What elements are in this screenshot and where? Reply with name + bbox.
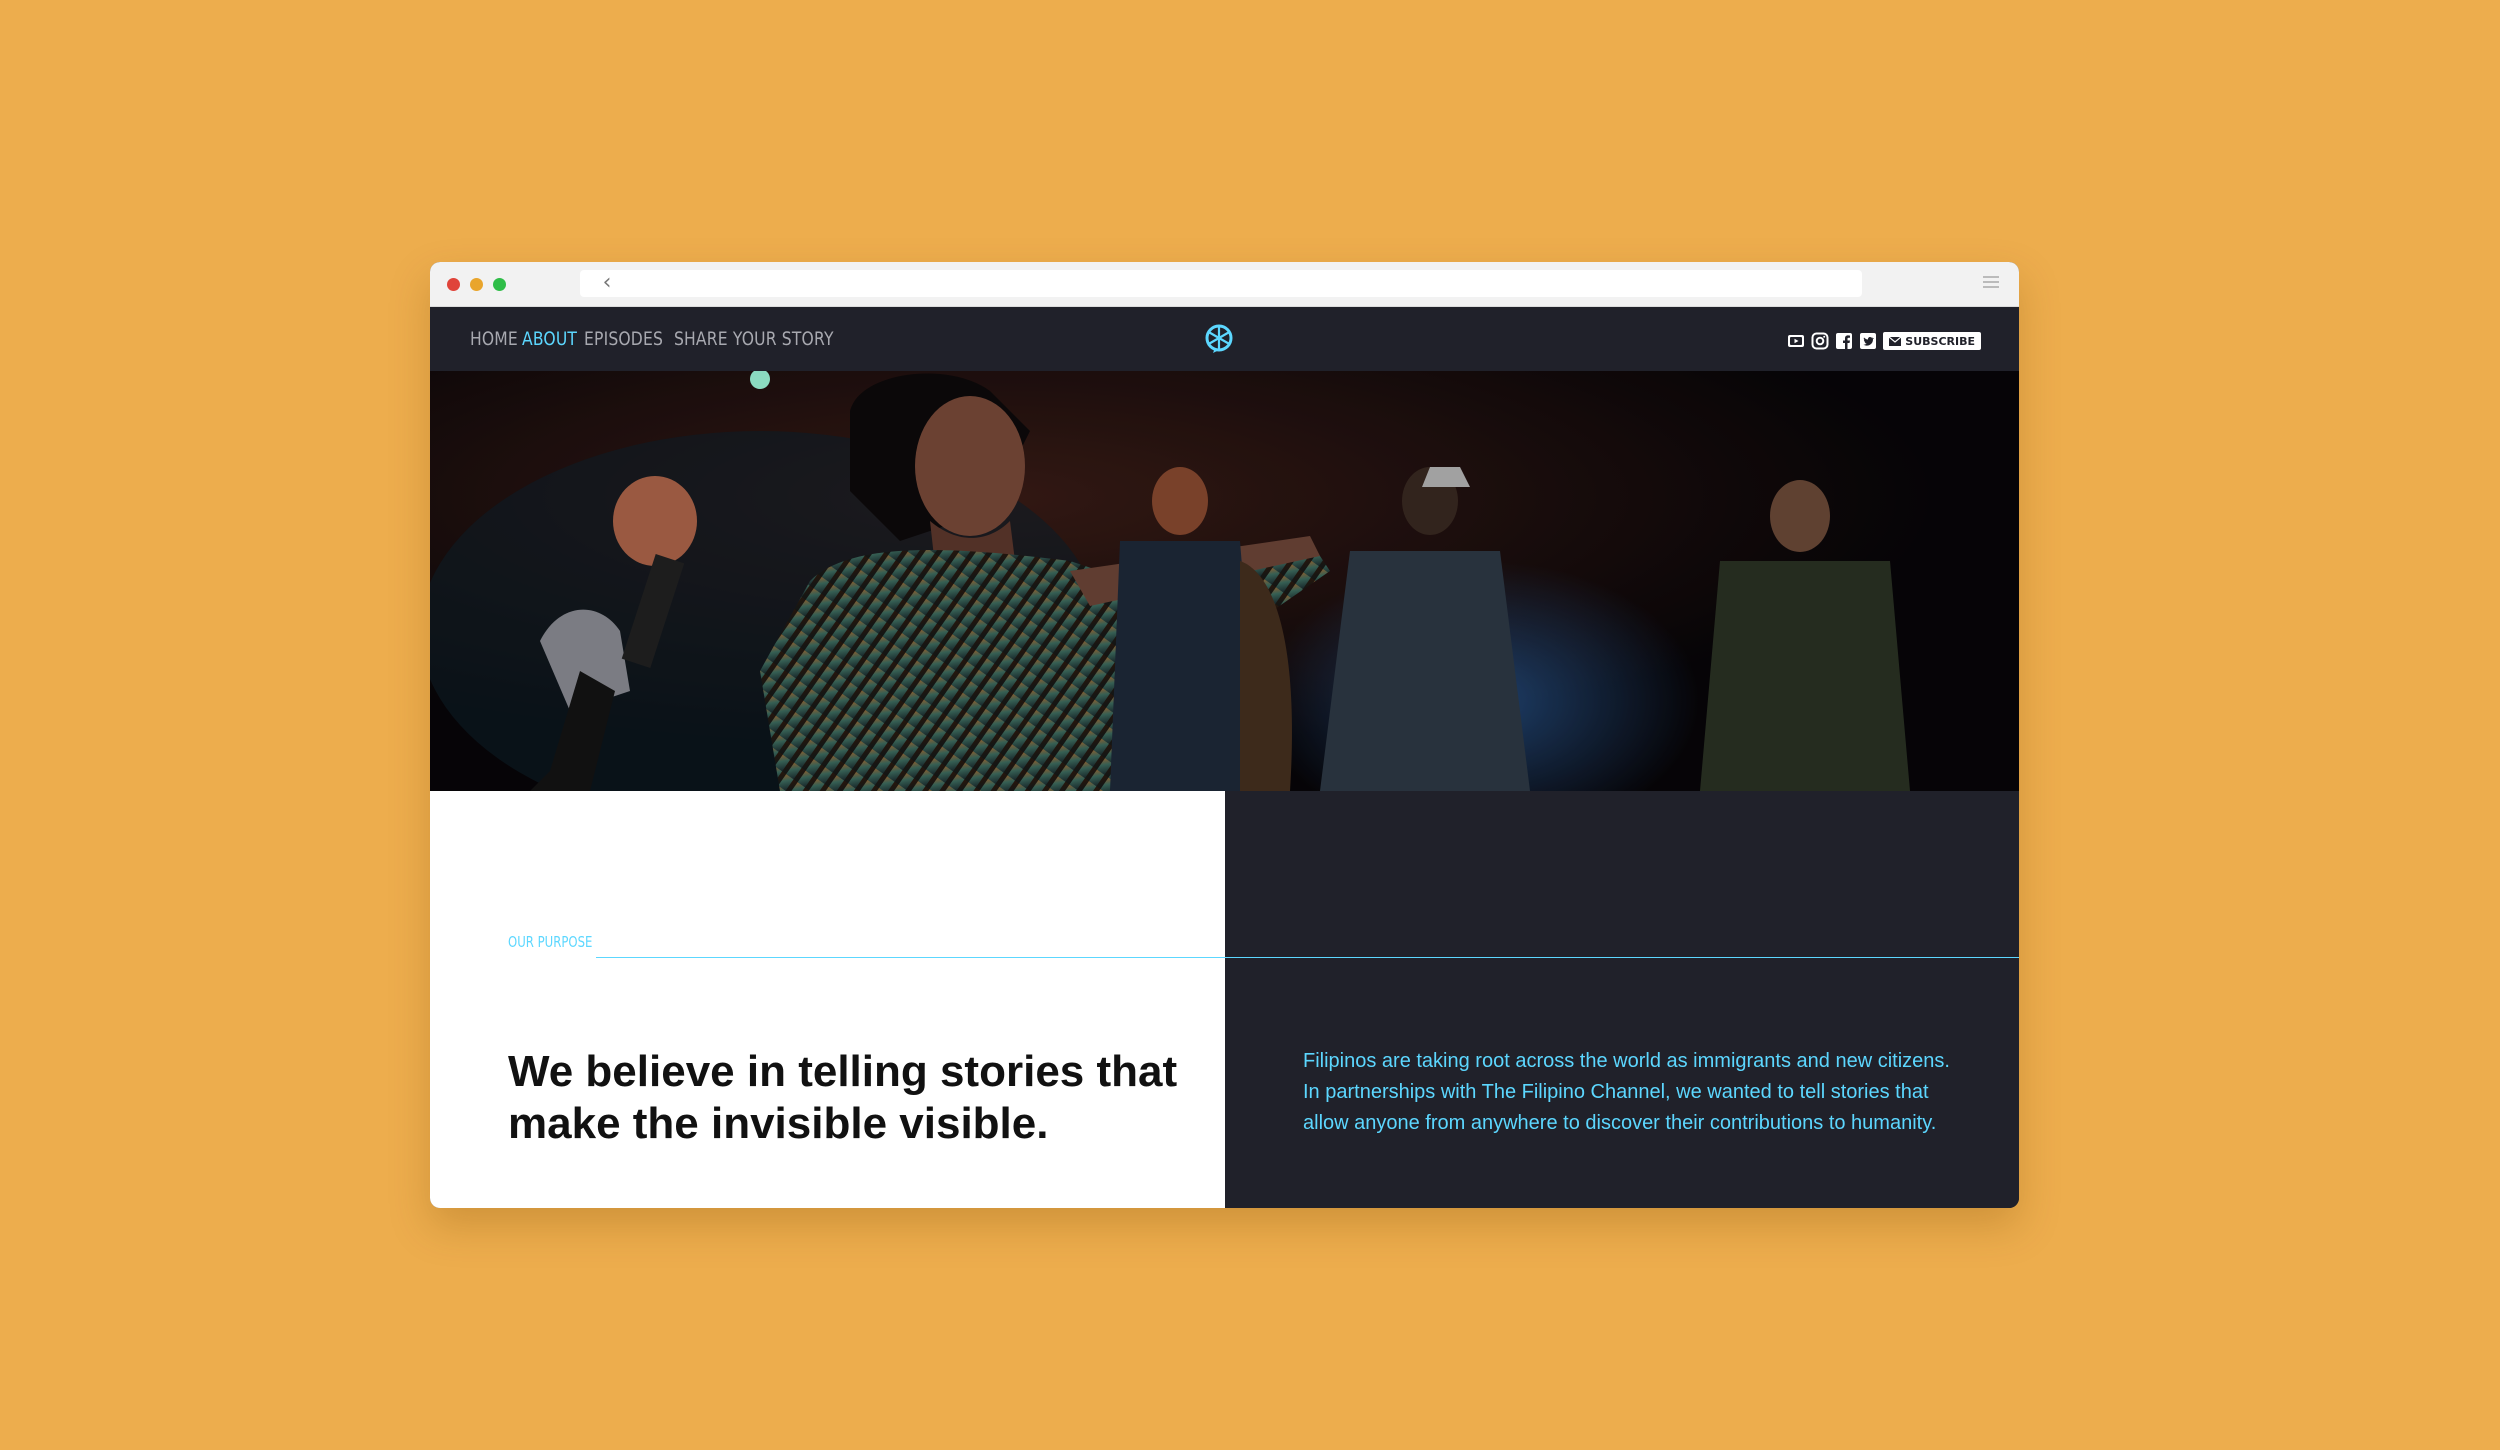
purpose-description: Filipinos are taking root across the wor… xyxy=(1303,1050,1950,1134)
browser-chrome: ‹ xyxy=(430,262,2019,307)
nav-episodes-link[interactable]: EPISODES xyxy=(584,328,663,350)
facebook-icon[interactable] xyxy=(1835,332,1853,350)
purpose-right-panel: Filipinos are taking root across the wor… xyxy=(1225,791,2019,1208)
browser-window: ‹ HOME ABOUT EPISODES SHARE YOUR STORY S… xyxy=(430,262,2019,1208)
nav-about-link[interactable]: ABOUT xyxy=(522,328,577,350)
nav-share-your-story-link[interactable]: SHARE YOUR STORY xyxy=(674,328,834,350)
envelope-icon xyxy=(1889,336,1902,346)
section-divider-line xyxy=(596,957,2019,958)
minimize-window-button[interactable] xyxy=(470,278,483,291)
site-logo-icon[interactable] xyxy=(1204,323,1234,353)
performer-stage-photo xyxy=(430,371,2019,791)
hamburger-menu-icon[interactable] xyxy=(1983,276,1999,290)
site-navbar: HOME ABOUT EPISODES SHARE YOUR STORY SUB… xyxy=(430,307,2019,371)
close-window-button[interactable] xyxy=(447,278,460,291)
twitter-icon[interactable] xyxy=(1859,332,1877,350)
purpose-left-panel: OUR PURPOSE We believe in telling storie… xyxy=(430,791,1225,1208)
social-links: SUBSCRIBE xyxy=(1787,331,1981,351)
maximize-window-button[interactable] xyxy=(493,278,506,291)
instagram-icon[interactable] xyxy=(1811,332,1829,350)
back-arrow-icon[interactable]: ‹ xyxy=(597,271,617,295)
youtube-icon[interactable] xyxy=(1787,332,1805,350)
subscribe-label: SUBSCRIBE xyxy=(1905,334,1975,348)
purpose-headline: We believe in telling stories that make … xyxy=(508,1047,1178,1148)
address-bar[interactable] xyxy=(580,270,1862,297)
nav-links: HOME ABOUT EPISODES SHARE YOUR STORY xyxy=(470,307,849,371)
hero-photo xyxy=(430,371,2019,791)
section-label: OUR PURPOSE xyxy=(508,933,593,951)
subscribe-button[interactable]: SUBSCRIBE xyxy=(1883,332,1981,350)
nav-home-link[interactable]: HOME xyxy=(470,328,518,350)
